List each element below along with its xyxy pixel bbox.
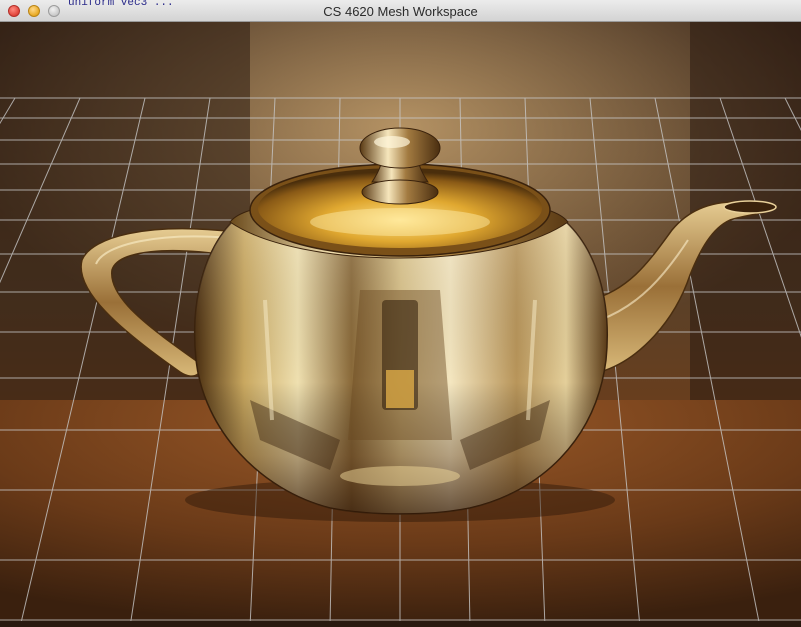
scene-canvas[interactable] — [0, 22, 801, 627]
title-bar[interactable]: uniform vec3 ... CS 4620 Mesh Workspace — [0, 0, 801, 22]
underlying-window-strip — [0, 621, 801, 627]
mesh-workspace-window: uniform vec3 ... CS 4620 Mesh Workspace — [0, 0, 801, 627]
render-viewport[interactable] — [0, 22, 801, 627]
window-title: CS 4620 Mesh Workspace — [323, 4, 478, 19]
teapot-body — [193, 221, 608, 515]
